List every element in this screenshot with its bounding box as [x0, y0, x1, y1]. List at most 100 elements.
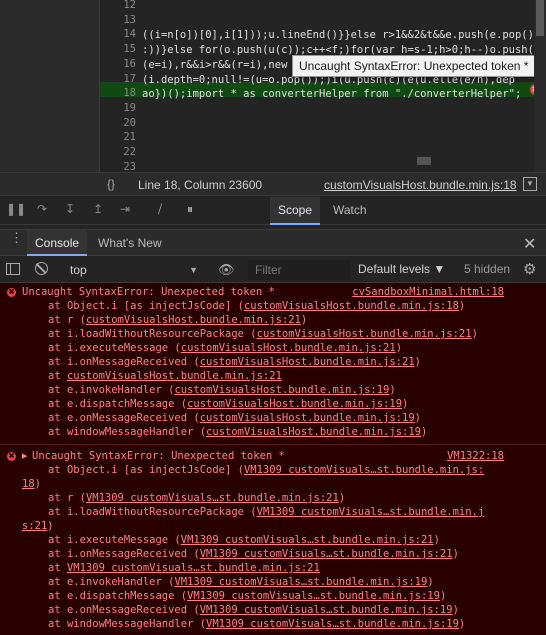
- stack-frame-source-link[interactable]: customVisualsHost.bundle.min.js:19: [187, 398, 402, 410]
- show-sidebar-icon[interactable]: [6, 263, 20, 275]
- deactivate-breakpoints-icon[interactable]: ⧸: [152, 202, 168, 217]
- line-number[interactable]: 21: [102, 131, 136, 143]
- stack-frame-function: at Object.i [as injectJsCode] (: [48, 300, 244, 312]
- vertical-scrollbar[interactable]: [534, 0, 546, 172]
- line-number[interactable]: 17: [102, 73, 136, 85]
- stack-frame-function: at windowMessageHandler (: [48, 426, 207, 438]
- stack-frame-function: at: [48, 370, 67, 382]
- line-number-gutter[interactable]: 12 13 14 15 16 17 18 19 20 21 22 23: [100, 0, 140, 173]
- stack-frame-source-link[interactable]: VM1309 customVisuals…st.bundle.min.js:19: [206, 618, 459, 630]
- line-number[interactable]: 20: [102, 117, 136, 129]
- clear-console-icon[interactable]: [35, 262, 48, 275]
- message-source-link[interactable]: cvSandboxMinimal.html:18: [352, 285, 504, 299]
- stack-frame-suffix: ): [414, 356, 421, 368]
- stack-frame-source-link[interactable]: VM1309 customVisuals…st.bundle.min.js:21: [200, 548, 453, 560]
- stack-frame: at i.onMessageReceived (VM1309 customVis…: [48, 547, 459, 561]
- line-number[interactable]: 12: [102, 0, 136, 11]
- console-messages: ✖ Uncaught SyntaxError: Unexpected token …: [0, 283, 546, 635]
- line-number[interactable]: 18: [102, 87, 136, 99]
- message-source-link[interactable]: VM1322:18: [447, 449, 504, 463]
- error-tooltip: Uncaught SyntaxError: Unexpected token *: [292, 55, 536, 77]
- error-message-text: Uncaught SyntaxError: Unexpected token *: [22, 286, 275, 298]
- reveal-source-icon[interactable]: ▼: [523, 177, 537, 191]
- pause-icon[interactable]: ❚❚: [6, 202, 26, 216]
- error-message-text: Uncaught SyntaxError: Unexpected token *: [32, 450, 285, 462]
- stack-frame-source-link[interactable]: customVisualsHost.bundle.min.js:21: [257, 328, 472, 340]
- live-expression-eye-icon[interactable]: 👁: [218, 262, 235, 278]
- line-number[interactable]: 19: [102, 102, 136, 114]
- pretty-print-icon[interactable]: {}: [107, 177, 115, 191]
- stack-frame-function: at r (: [48, 492, 86, 504]
- debugger-toolbar: ❚❚ ↷ ↧ ↥ ⇥ ⧸ ⏸ Scope Watch: [0, 197, 546, 225]
- stack-frame-function: at: [48, 562, 67, 574]
- stack-frame-suffix: ): [47, 520, 54, 532]
- vertical-scrollbar-thumb[interactable]: [536, 0, 544, 36]
- stack-frame-source-link[interactable]: customVisualsHost.bundle.min.js:21: [67, 370, 282, 382]
- stack-frame-suffix: ): [420, 426, 428, 438]
- navigator-pane: [0, 0, 100, 172]
- stack-frame-source-link[interactable]: VM1309 customVisuals…st.bundle.min.js:19: [174, 576, 427, 588]
- stack-frame-function: at i.loadWithoutResourcePackage (: [48, 506, 257, 518]
- code-content[interactable]: ((i=n[o])[0],i[1]));u.lineEnd()}}else r>…: [142, 0, 534, 172]
- source-file-link[interactable]: customVisualsHost.bundle.min.js:18: [324, 178, 517, 192]
- stack-frame-source-link[interactable]: VM1309 customVisuals…st.bundle.min.js:21: [86, 492, 339, 504]
- line-number[interactable]: 22: [102, 146, 136, 158]
- stack-frame-source-link[interactable]: customVisualsHost.bundle.min.js:21: [200, 356, 415, 368]
- stack-frame-source-link[interactable]: VM1309 customVisuals…st.bundle.min.js:21: [67, 562, 320, 574]
- stack-frame-source-link[interactable]: customVisualsHost.bundle.min.js:19: [174, 384, 389, 396]
- console-filter-input[interactable]: [248, 260, 350, 280]
- stack-frame-suffix: ): [395, 342, 403, 354]
- tab-scope[interactable]: Scope: [270, 197, 321, 225]
- pause-on-exceptions-icon[interactable]: ⏸: [182, 202, 198, 217]
- line-number[interactable]: 14: [102, 28, 136, 40]
- stack-frame: at e.dispatchMessage (customVisualsHost.…: [48, 397, 408, 411]
- step-icon[interactable]: ⇥: [117, 202, 133, 216]
- stack-frame-source-link[interactable]: customVisualsHost.bundle.min.js:19: [200, 412, 415, 424]
- stack-frame-source-link[interactable]: VM1309 customVisuals…st.bundle.min.js:21: [181, 534, 434, 546]
- more-tools-icon[interactable]: ⋮: [10, 231, 23, 244]
- step-over-icon[interactable]: ↷: [34, 202, 50, 216]
- line-number[interactable]: 13: [102, 14, 136, 26]
- stack-frame-suffix: ): [439, 590, 447, 602]
- stack-frame-source-link[interactable]: VM1309 customVisuals…st.bundle.min.j: [257, 506, 485, 518]
- tab-whats-new[interactable]: What's New: [90, 230, 170, 256]
- stack-frame-function: at e.invokeHandler (: [48, 576, 175, 588]
- stack-frame-source-link[interactable]: customVisualsHost.bundle.min.js:19: [206, 426, 421, 438]
- stack-frame-suffix: ): [452, 548, 459, 560]
- line-number[interactable]: 15: [102, 43, 136, 55]
- stack-frame-source-link[interactable]: 18: [22, 478, 35, 490]
- stack-frame-source-link[interactable]: customVisualsHost.bundle.min.js:21: [181, 342, 396, 354]
- stack-frame: at e.dispatchMessage (VM1309 customVisua…: [48, 589, 446, 603]
- stack-frame-source-link[interactable]: VM1309 customVisuals…st.bundle.min.js:: [244, 464, 484, 476]
- stack-frame: at i.loadWithoutResourcePackage (VM1309 …: [48, 505, 484, 519]
- context-selector[interactable]: top ▼: [62, 260, 202, 280]
- console-error-message[interactable]: ✖ Uncaught SyntaxError: Unexpected token …: [0, 283, 546, 445]
- stack-frame-source-link[interactable]: customVisualsHost.bundle.min.js:21: [86, 314, 301, 326]
- line-number[interactable]: 16: [102, 58, 136, 70]
- console-error-message[interactable]: ✖ ▶ Uncaught SyntaxError: Unexpected token…: [0, 447, 546, 635]
- stack-frame: at Object.i [as injectJsCode] (customVis…: [48, 299, 465, 313]
- close-drawer-icon[interactable]: ✕: [523, 234, 536, 254]
- stack-frame-function: at e.onMessageReceived (: [48, 604, 200, 616]
- step-into-icon[interactable]: ↧: [62, 202, 78, 216]
- console-settings-gear-icon[interactable]: ⚙: [523, 260, 536, 278]
- stack-frame-source-link[interactable]: VM1309 customVisuals…st.bundle.min.js:19: [187, 590, 440, 602]
- step-out-icon[interactable]: ↥: [90, 202, 106, 216]
- stack-frame-source-link[interactable]: customVisualsHost.bundle.min.js:18: [244, 300, 459, 312]
- tab-console[interactable]: Console: [27, 230, 88, 256]
- tab-watch[interactable]: Watch: [325, 197, 375, 225]
- stack-frame-source-link[interactable]: s:21: [22, 520, 47, 532]
- stack-frame: at r (customVisualsHost.bundle.min.js:21…: [48, 313, 307, 327]
- cursor-position: Line 18, Column 23600: [138, 178, 263, 192]
- stack-frame: at i.executeMessage (customVisualsHost.b…: [48, 341, 402, 355]
- log-levels-dropdown[interactable]: Default levels ▼: [358, 262, 445, 276]
- stack-frame-source-link[interactable]: VM1309 customVisuals…st.bundle.min.js:19: [200, 604, 453, 616]
- horizontal-scrollbar[interactable]: [142, 156, 534, 166]
- expand-arrow-icon[interactable]: ▶: [22, 452, 27, 460]
- horizontal-scrollbar-thumb[interactable]: [417, 157, 431, 165]
- stack-frame: at VM1309 customVisuals…st.bundle.min.js…: [48, 561, 320, 575]
- code-editor[interactable]: 12 13 14 15 16 17 18 19 20 21 22 23 ((i=n[o])[0],i[…: [0, 0, 546, 173]
- stack-frame: at Object.i [as injectJsCode] (VM1309 cu…: [48, 463, 484, 477]
- stack-frame-function: at i.executeMessage (: [48, 342, 181, 354]
- line-number[interactable]: 23: [102, 161, 136, 173]
